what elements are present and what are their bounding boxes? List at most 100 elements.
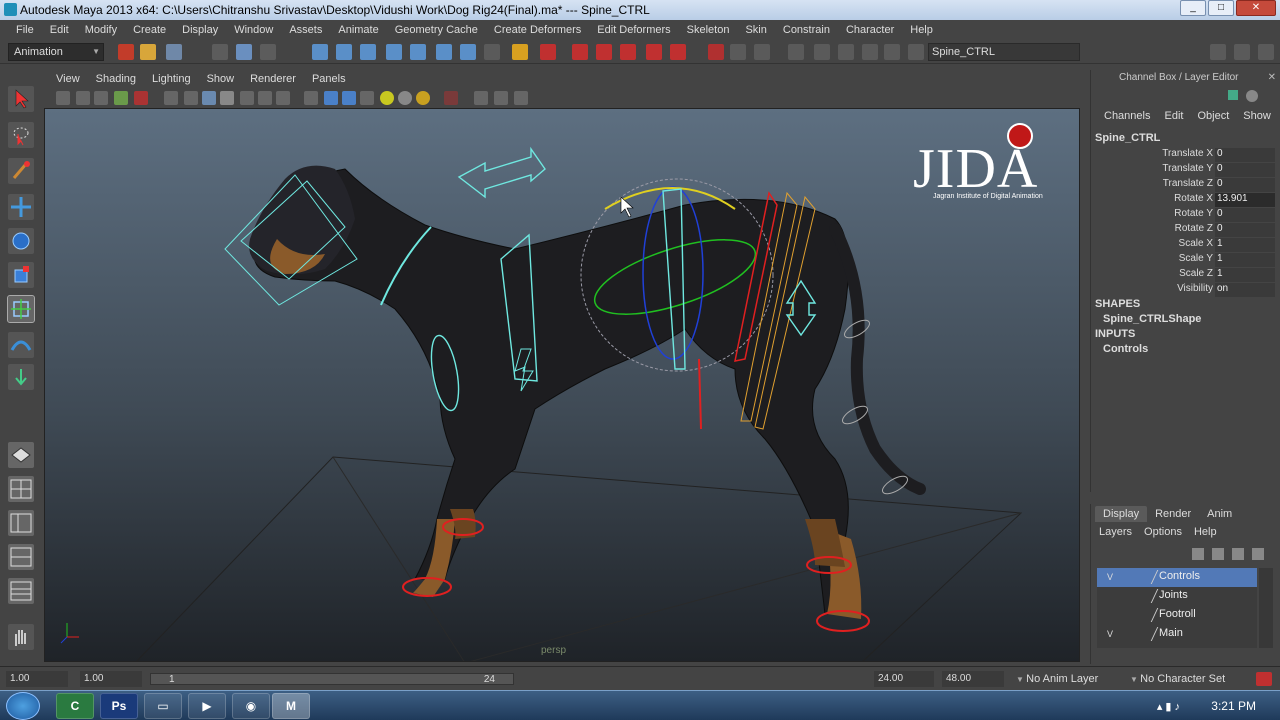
- channel-box-close-icon[interactable]: ✕: [1268, 72, 1276, 83]
- save-scene-icon[interactable]: [166, 44, 182, 60]
- render-region-icon[interactable]: [540, 44, 556, 60]
- menu-set-selector[interactable]: Animation ▼: [8, 43, 104, 61]
- rotate-tool-icon[interactable]: [8, 228, 34, 254]
- layer-editor-toggle-icon[interactable]: [1246, 90, 1258, 102]
- panel-menu-renderer[interactable]: Renderer: [242, 73, 304, 85]
- object-menu[interactable]: Object: [1190, 110, 1236, 122]
- attr-row[interactable]: Scale X1: [1091, 238, 1277, 253]
- edit-menu[interactable]: Edit: [1157, 110, 1190, 122]
- safe-action-icon[interactable]: [258, 91, 272, 105]
- channel-box-toggle-icon[interactable]: [1228, 90, 1238, 100]
- options-menu[interactable]: Options: [1144, 526, 1182, 538]
- bookmark-icon[interactable]: [94, 91, 108, 105]
- construction-history-icon[interactable]: [460, 44, 476, 60]
- tab-display[interactable]: Display: [1095, 506, 1148, 522]
- attr-value[interactable]: 0: [1215, 223, 1275, 237]
- layer-scrollbar[interactable]: [1259, 568, 1273, 648]
- layer-color-swatch[interactable]: [1141, 627, 1159, 641]
- new-layer-icon[interactable]: [1192, 548, 1204, 560]
- attr-row[interactable]: Rotate Y0: [1091, 208, 1277, 223]
- gate-mask-icon[interactable]: [220, 91, 234, 105]
- universal-manipulator-icon[interactable]: [7, 295, 35, 323]
- select-camera-icon[interactable]: [56, 91, 70, 105]
- attr-value[interactable]: on: [1215, 283, 1275, 297]
- range-start-field[interactable]: 1.00: [80, 671, 142, 687]
- help-icon[interactable]: [484, 44, 500, 60]
- select-hierarchy-icon[interactable]: [212, 44, 228, 60]
- rename-icon[interactable]: [788, 44, 804, 60]
- layer-name[interactable]: Controls: [1159, 570, 1200, 582]
- menu-modify[interactable]: Modify: [77, 20, 125, 40]
- dog-tail[interactable]: [829, 223, 926, 495]
- menu-character[interactable]: Character: [838, 20, 902, 40]
- attr-value[interactable]: 0: [1215, 148, 1275, 162]
- field-chart-icon[interactable]: [240, 91, 254, 105]
- menu-edit-deformers[interactable]: Edit Deformers: [589, 20, 678, 40]
- character-set-dropdown[interactable]: ▼ No Character Set: [1130, 673, 1225, 685]
- explorer-taskbar-icon[interactable]: ▭: [144, 693, 182, 719]
- snap-point-icon[interactable]: [360, 44, 376, 60]
- attr-value[interactable]: 1: [1215, 268, 1275, 282]
- layer-row[interactable]: Footroll: [1097, 606, 1257, 625]
- persp-graph-layout-icon[interactable]: [8, 544, 34, 570]
- layout-icon[interactable]: [1210, 44, 1226, 60]
- new-scene-icon[interactable]: [118, 44, 134, 60]
- xray-joints-icon[interactable]: [494, 91, 508, 105]
- history-icon[interactable]: [436, 44, 452, 60]
- menu-skeleton[interactable]: Skeleton: [679, 20, 738, 40]
- scale-tool-icon[interactable]: [8, 262, 34, 288]
- new-layer-selected-icon[interactable]: [1212, 548, 1224, 560]
- menu-display[interactable]: Display: [174, 20, 226, 40]
- snap-plane-icon[interactable]: [386, 44, 402, 60]
- high-quality-icon[interactable]: [514, 91, 528, 105]
- help-menu[interactable]: Help: [1194, 526, 1217, 538]
- layer-color-swatch[interactable]: [1141, 608, 1159, 622]
- end-time-field[interactable]: 48.00: [942, 671, 1004, 687]
- snap-curve-icon[interactable]: [336, 44, 352, 60]
- close-button[interactable]: ✕: [1236, 0, 1276, 16]
- tab-render[interactable]: Render: [1147, 506, 1199, 522]
- selection-name-field[interactable]: Spine_CTRL: [928, 43, 1080, 61]
- shape-node[interactable]: Spine_CTRLShape: [1103, 313, 1201, 325]
- layer-color-swatch[interactable]: [1141, 570, 1159, 584]
- menu-window[interactable]: Window: [226, 20, 281, 40]
- attr-value[interactable]: 13.901: [1215, 193, 1275, 207]
- media-player-taskbar-icon[interactable]: ▶: [188, 693, 226, 719]
- attr-row[interactable]: Rotate Z0: [1091, 223, 1277, 238]
- attr-row[interactable]: Scale Z1: [1091, 268, 1277, 283]
- menu-geometry-cache[interactable]: Geometry Cache: [387, 20, 486, 40]
- select-by-name-icon[interactable]: [814, 44, 830, 60]
- layer-name[interactable]: Footroll: [1159, 608, 1196, 620]
- attr-row[interactable]: Translate X0: [1091, 148, 1277, 163]
- hypershade-icon[interactable]: [646, 44, 662, 60]
- attr-value[interactable]: 0: [1215, 208, 1275, 222]
- menu-help[interactable]: Help: [902, 20, 941, 40]
- start-time-field[interactable]: 1.00: [6, 671, 68, 687]
- show-menu[interactable]: Show: [1236, 110, 1278, 122]
- smooth-shade-icon[interactable]: [324, 91, 338, 105]
- range-end-field[interactable]: 24.00: [874, 671, 934, 687]
- tool-settings-icon[interactable]: [884, 44, 900, 60]
- windows-start-button[interactable]: [6, 692, 40, 720]
- auto-key-icon[interactable]: [1256, 672, 1272, 686]
- panel-menu-show[interactable]: Show: [199, 73, 243, 85]
- panel-menu-lighting[interactable]: Lighting: [144, 73, 199, 85]
- shadows-icon[interactable]: [398, 91, 412, 105]
- menu-animate[interactable]: Animate: [330, 20, 386, 40]
- render-view-icon[interactable]: [670, 44, 686, 60]
- perspective-viewport[interactable]: JIDA Jagran Institute of Digital Animati…: [44, 108, 1080, 662]
- attribute-editor-toggle-icon[interactable]: [862, 44, 878, 60]
- layer-visibility-toggle[interactable]: V: [1103, 571, 1117, 584]
- attr-value[interactable]: 0: [1215, 178, 1275, 192]
- film-gate-icon[interactable]: [184, 91, 198, 105]
- attr-row[interactable]: Translate Z0: [1091, 178, 1277, 193]
- safe-title-icon[interactable]: [276, 91, 290, 105]
- input-output-icon[interactable]: [708, 44, 724, 60]
- show-manipulator-icon[interactable]: [8, 364, 34, 390]
- camtasia-taskbar-icon[interactable]: C: [56, 693, 94, 719]
- selected-object-name[interactable]: Spine_CTRL: [1095, 132, 1160, 144]
- anim-layer-dropdown[interactable]: ▼ No Anim Layer: [1016, 673, 1098, 685]
- quick-rename-icon[interactable]: [908, 44, 924, 60]
- taskbar-clock[interactable]: 3:21 PM: [1211, 699, 1256, 713]
- soft-modification-icon[interactable]: [8, 332, 34, 358]
